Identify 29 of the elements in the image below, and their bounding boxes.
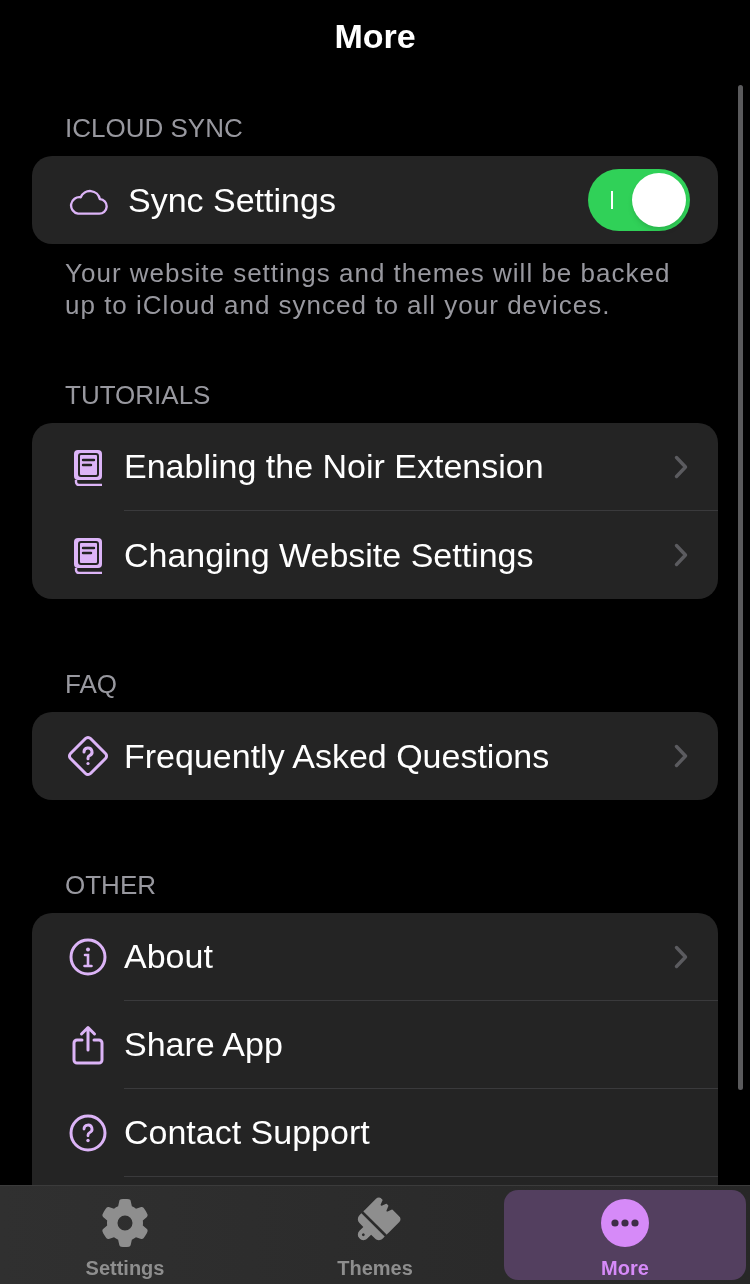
gear-icon: [101, 1199, 149, 1247]
tab-button[interactable]: Settings: [4, 1190, 246, 1280]
section-header: ICLOUD SYNC: [65, 112, 243, 144]
row-label: Sync Settings: [128, 179, 337, 221]
section-footer: Your website settings and themes will be backed up to iCloud and synced to all your devices.: [65, 257, 690, 321]
page-title: More: [334, 16, 416, 56]
ellipsis-circle-icon: [601, 1199, 649, 1247]
list-item[interactable]: Share App: [32, 1001, 718, 1089]
chevron-right-icon: [674, 944, 688, 969]
share-icon: [72, 1025, 104, 1065]
book-icon: [73, 448, 103, 486]
toggle-thumb[interactable]: [632, 173, 686, 227]
chevron-right-icon: [674, 543, 688, 567]
book-icon: [73, 536, 103, 574]
chevron-right-icon: [674, 744, 688, 768]
info-icon: [69, 938, 107, 976]
tab-button[interactable]: Themes: [254, 1190, 496, 1280]
list-item[interactable]: About: [32, 913, 718, 1001]
section-header: TUTORIALS: [65, 379, 211, 411]
tab-button[interactable]: More: [504, 1190, 746, 1280]
help-icon: [69, 1114, 107, 1152]
list-item[interactable]: Frequently Asked Questions: [32, 712, 718, 800]
list-item[interactable]: Changing Website Settings: [32, 511, 718, 599]
chevron-right-icon: [674, 454, 688, 479]
list-item[interactable]: Contact Support: [32, 1089, 718, 1177]
list-item[interactable]: Enabling the Noir Extension: [32, 423, 718, 511]
question-diamond-icon: [67, 735, 109, 777]
section-header: OTHER: [65, 869, 156, 901]
section-header: FAQ: [65, 668, 117, 700]
